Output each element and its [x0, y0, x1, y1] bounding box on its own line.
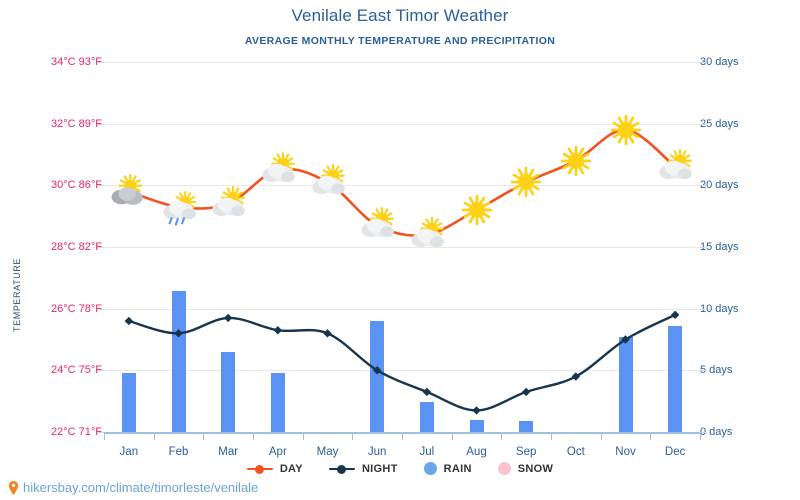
night-marker-jan — [124, 316, 134, 326]
left-tickmark — [97, 370, 104, 372]
left-axis-tick-6: 22°C 71°F — [51, 426, 102, 438]
left-axis: TEMPERATURE 34°C 93°F 32°C 89°F 30°C 86°F 2… — [0, 0, 102, 500]
night-marker-aug — [472, 406, 481, 415]
left-axis-tick-5: 24°C 75°F — [51, 364, 102, 377]
right-axis-tick-6: 0 days — [700, 426, 733, 438]
left-tickmark — [97, 247, 104, 248]
legend-line-marker — [246, 464, 273, 474]
x-axis-label-dec: Dec — [664, 446, 686, 458]
legend-label: NIGHT — [361, 462, 398, 475]
right-tickmark — [700, 123, 707, 125]
x-axis-label-jul: Jul — [419, 446, 435, 458]
right-tickmark — [700, 247, 707, 248]
right-tickmark — [700, 185, 707, 187]
right-axis-tick-1: 25 days — [700, 117, 739, 130]
legend-dot-marker — [497, 462, 511, 475]
x-tickmark — [253, 432, 254, 440]
night-marker-may — [323, 329, 332, 338]
x-axis-label-jun: Jun — [367, 446, 387, 458]
legend-label: RAIN — [443, 462, 472, 475]
left-axis-tick-3: 28°C 82°F — [51, 241, 102, 253]
night-marker-jul — [422, 387, 432, 397]
legend-label: SNOW — [517, 462, 554, 475]
x-axis-label-sep: Sep — [515, 446, 537, 458]
legend-item-night[interactable]: NIGHT — [328, 462, 398, 475]
chart-title: Venilale East Timor Weather — [291, 6, 509, 25]
left-tickmark — [97, 185, 104, 187]
source-link[interactable]: hikersbay.com/climate/timorleste/venilal… — [8, 480, 258, 495]
legend-dot-marker — [423, 462, 437, 475]
x-tickmark — [402, 432, 403, 440]
x-tickmark — [352, 432, 354, 440]
left-axis-tick-4: 26°C 78°F — [51, 302, 102, 315]
right-tickmark — [700, 370, 707, 372]
right-axis: PRECIPITATION 30 days25 days20 days15 da… — [700, 0, 800, 500]
x-axis-label-nov: Nov — [615, 446, 636, 458]
x-axis-label-apr: Apr — [268, 446, 287, 458]
legend-line-marker — [328, 464, 355, 474]
night-marker-sep — [521, 387, 531, 397]
map-pin-icon — [8, 480, 19, 495]
temperature-lines — [124, 128, 680, 415]
right-tickmark — [700, 62, 707, 63]
x-tickmark — [501, 432, 503, 440]
legend-item-snow[interactable]: SNOW — [497, 462, 554, 475]
plot-area: Jan Feb Mar Apr May Jun Jul Aug Sep Oct Nov Dec — [97, 56, 707, 458]
x-axis-label-feb: Feb — [168, 446, 189, 458]
right-axis-tick-4: 10 days — [700, 302, 739, 315]
left-axis-tick-1: 32°C 89°F — [51, 117, 102, 130]
legend-label: DAY — [279, 462, 303, 475]
x-axis-label-oct: Oct — [566, 446, 585, 458]
legend-item-day[interactable]: DAY — [246, 462, 303, 475]
legend-item-rain[interactable]: RAIN — [423, 462, 472, 475]
x-tickmark — [700, 432, 701, 440]
chart-legend: DAY NIGHT RAIN SNOW — [0, 462, 800, 475]
source-text: hikersbay.com/climate/timorleste/venilal… — [23, 480, 259, 495]
x-axis-label-jan: Jan — [119, 446, 139, 458]
left-axis-title: TEMPERATURE — [12, 258, 22, 332]
night-marker-apr — [273, 326, 283, 335]
x-tickmark — [451, 432, 453, 440]
chart-subtitle: AVERAGE MONTHLY TEMPERATURE AND PRECIPIT… — [244, 35, 556, 47]
x-axis-label-may: May — [316, 446, 339, 458]
right-tickmark — [700, 432, 707, 433]
right-axis-tick-3: 15 days — [700, 241, 739, 253]
right-axis-tick-5: 5 days — [700, 364, 733, 377]
right-axis-tick-2: 20 days — [700, 179, 739, 192]
right-axis-tick-0: 30 days — [700, 56, 739, 68]
x-tickmark — [153, 432, 155, 440]
day-temperature-line — [127, 128, 677, 237]
left-tickmark — [97, 62, 104, 63]
x-tickmark — [302, 432, 304, 440]
weather-chart: Venilale East Timor Weather AVERAGE MONT… — [0, 0, 800, 500]
x-axis-label-mar: Mar — [218, 446, 239, 458]
left-axis-tick-0: 34°C 93°F — [51, 56, 102, 68]
x-tickmark — [551, 432, 552, 440]
left-axis-tick-2: 30°C 86°F — [51, 179, 102, 192]
right-tickmark — [700, 308, 707, 310]
left-tickmark — [97, 432, 104, 433]
x-tickmark — [104, 432, 105, 440]
night-marker-feb — [174, 329, 183, 338]
x-tickmark — [650, 432, 652, 440]
left-tickmark — [97, 308, 104, 310]
x-tickmark — [203, 432, 205, 440]
night-marker-dec — [670, 310, 680, 320]
night-temperature-line — [127, 313, 677, 412]
left-tickmark — [97, 123, 104, 125]
night-marker-mar — [223, 313, 233, 323]
x-tickmark — [600, 432, 602, 440]
x-axis-label-aug: Aug — [466, 446, 487, 458]
